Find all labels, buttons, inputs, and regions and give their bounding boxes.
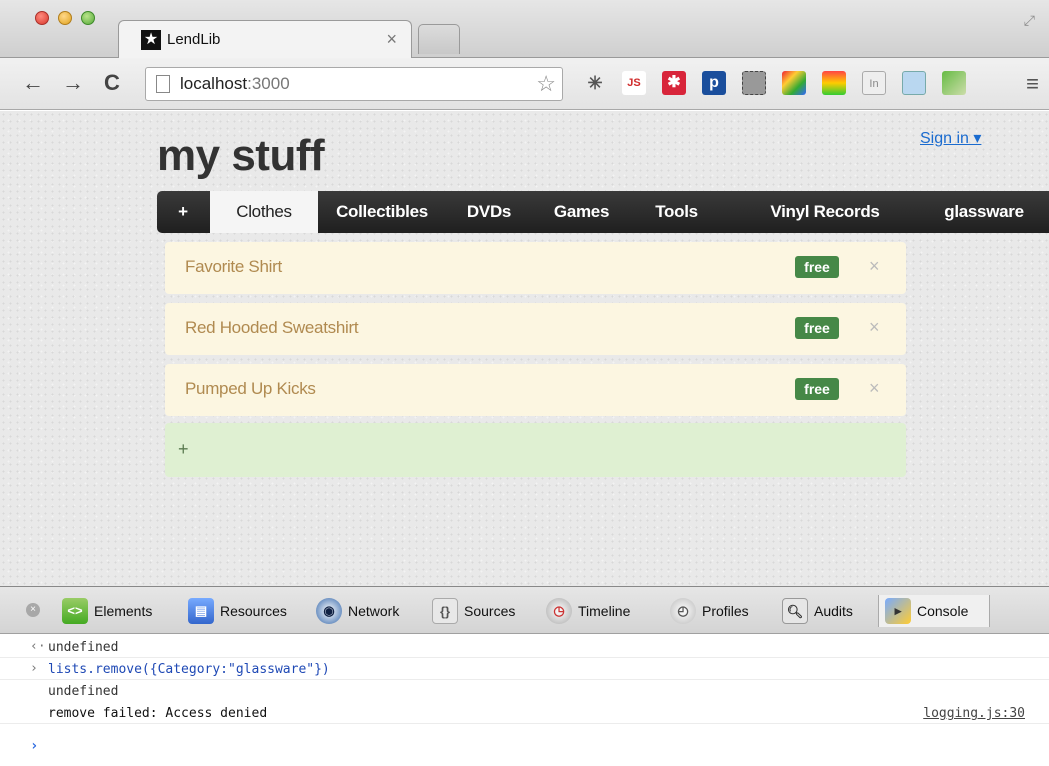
tab-label: Audits [814,603,853,619]
console-error-text: remove failed: Access denied [48,706,268,721]
resources-icon: ▤ [188,598,214,624]
category-navbar: + Clothes Collectibles DVDs Games Tools … [157,191,1049,233]
tab-close-icon[interactable]: × [386,29,397,50]
item-name: Favorite Shirt [185,257,282,276]
js-extension-icon[interactable]: JS [622,71,646,95]
forward-arrow-icon[interactable]: → [62,70,84,96]
sources-icon: {} [432,598,458,624]
star-favicon-icon: ★ [141,30,161,50]
menu-icon[interactable]: ≡ [1026,71,1039,97]
elements-icon: <> [62,598,88,624]
item-name: Pumped Up Kicks [185,379,316,398]
tab-network[interactable]: ◉ Network [316,595,420,627]
tab-label: Sources [464,603,516,619]
item-name: Red Hooded Sweatshirt [185,318,359,337]
tab-glassware[interactable]: glassware [929,191,1039,233]
remove-item-icon[interactable]: × [869,317,880,338]
tab-collectibles[interactable]: Collectibles [319,191,445,233]
browser-titlebar: ★ LendLib × ⤢ [0,0,1049,58]
tab-resources[interactable]: ▤ Resources [188,595,302,627]
source-link[interactable]: logging.js:30 [923,706,1025,721]
add-category-button[interactable]: + [157,191,209,233]
console-line: › lists.remove({Category:"glassware"}) [0,658,1049,680]
list-item[interactable]: Favorite Shirt free × [165,242,906,294]
tab-title: LendLib [167,31,221,48]
console-command: lists.remove({Category:"glassware"}) [48,662,330,677]
devtools-toolbar: × <> Elements ▤ Resources ◉ Network {} S… [0,586,1049,634]
tab-label: Resources [220,603,287,619]
list-item[interactable]: Red Hooded Sweatshirt free × [165,303,906,355]
url-port: :3000 [247,74,290,93]
result-arrow-icon: ‹· [30,639,46,654]
browser-tab-lendlib[interactable]: ★ LendLib × [118,20,412,58]
palette-extension-icon[interactable] [822,71,846,95]
sign-in-link[interactable]: Sign in ▾ [920,128,981,148]
screenshot-extension-icon[interactable] [902,71,926,95]
evernote-extension-icon[interactable] [742,71,766,95]
status-badge: free [795,378,839,400]
reload-icon[interactable]: C [104,70,120,96]
tab-dvds[interactable]: DVDs [446,191,532,233]
asterisk-extension-icon[interactable]: ✱ [662,71,686,95]
p-extension-icon[interactable]: p [702,71,726,95]
tab-vinyl-records[interactable]: Vinyl Records [753,191,897,233]
status-badge: free [795,317,839,339]
url-text: localhost:3000 [180,74,290,94]
back-arrow-icon[interactable]: ← [22,70,44,96]
web-page: my stuff Sign in ▾ + Clothes Collectible… [0,111,1049,586]
devtools-close-icon[interactable]: × [26,603,40,617]
tab-label: Elements [94,603,153,619]
console-icon: ▸ [885,598,911,624]
remove-item-icon[interactable]: × [869,256,880,277]
tab-label: Network [348,603,400,619]
audits-icon: 🔍︎ [782,598,808,624]
console-text: undefined [48,640,119,655]
tab-sources[interactable]: {} Sources [432,595,536,627]
page-icon [156,75,170,93]
browser-toolbar: ← → C localhost:3000 ☆ ✳ JS ✱ p In ≡ [0,58,1049,110]
status-badge: free [795,256,839,278]
tab-timeline[interactable]: ◷ Timeline [546,595,658,627]
console-text: undefined [48,684,119,699]
tab-clothes[interactable]: Clothes [210,191,318,233]
add-item-row[interactable]: + [165,423,906,477]
tab-elements[interactable]: <> Elements [62,595,170,627]
remove-item-icon[interactable]: × [869,378,880,399]
tab-tools[interactable]: Tools [629,191,724,233]
timeline-icon: ◷ [546,598,572,624]
minimize-window-button[interactable] [58,11,72,25]
close-window-button[interactable] [35,11,49,25]
address-bar[interactable]: localhost:3000 ☆ [145,67,563,101]
bookmark-star-icon[interactable]: ☆ [536,71,556,97]
tab-label: Timeline [578,603,631,619]
tab-audits[interactable]: 🔍︎ Audits [782,595,872,627]
page-title: my stuff [157,131,325,180]
network-icon: ◉ [316,598,342,624]
url-host: localhost [180,74,248,93]
console-line: undefined [0,680,1049,702]
tab-profiles[interactable]: ◴ Profiles [670,595,770,627]
zoom-window-button[interactable] [81,11,95,25]
console-prompt-icon[interactable]: › [30,738,38,754]
list-item[interactable]: Pumped Up Kicks free × [165,364,906,416]
color-extension-icon[interactable] [782,71,806,95]
tab-console[interactable]: ▸ Console [878,595,990,627]
fullscreen-icon[interactable]: ⤢ [1024,12,1035,29]
new-tab-button[interactable] [418,24,460,54]
console-line: ‹· undefined [0,636,1049,658]
tab-label: Profiles [702,603,749,619]
bug-extension-icon[interactable]: ✳ [583,71,607,95]
console-panel[interactable]: ‹· undefined › lists.remove({Category:"g… [0,634,1049,766]
leaf-extension-icon[interactable] [942,71,966,95]
input-arrow-icon: › [30,661,38,676]
tab-games[interactable]: Games [535,191,628,233]
add-item-icon[interactable]: + [178,439,189,460]
in-extension-icon[interactable]: In [862,71,886,95]
tab-label: Console [917,603,969,619]
profiles-icon: ◴ [670,598,696,624]
console-line: remove failed: Access denied logging.js:… [0,702,1049,724]
